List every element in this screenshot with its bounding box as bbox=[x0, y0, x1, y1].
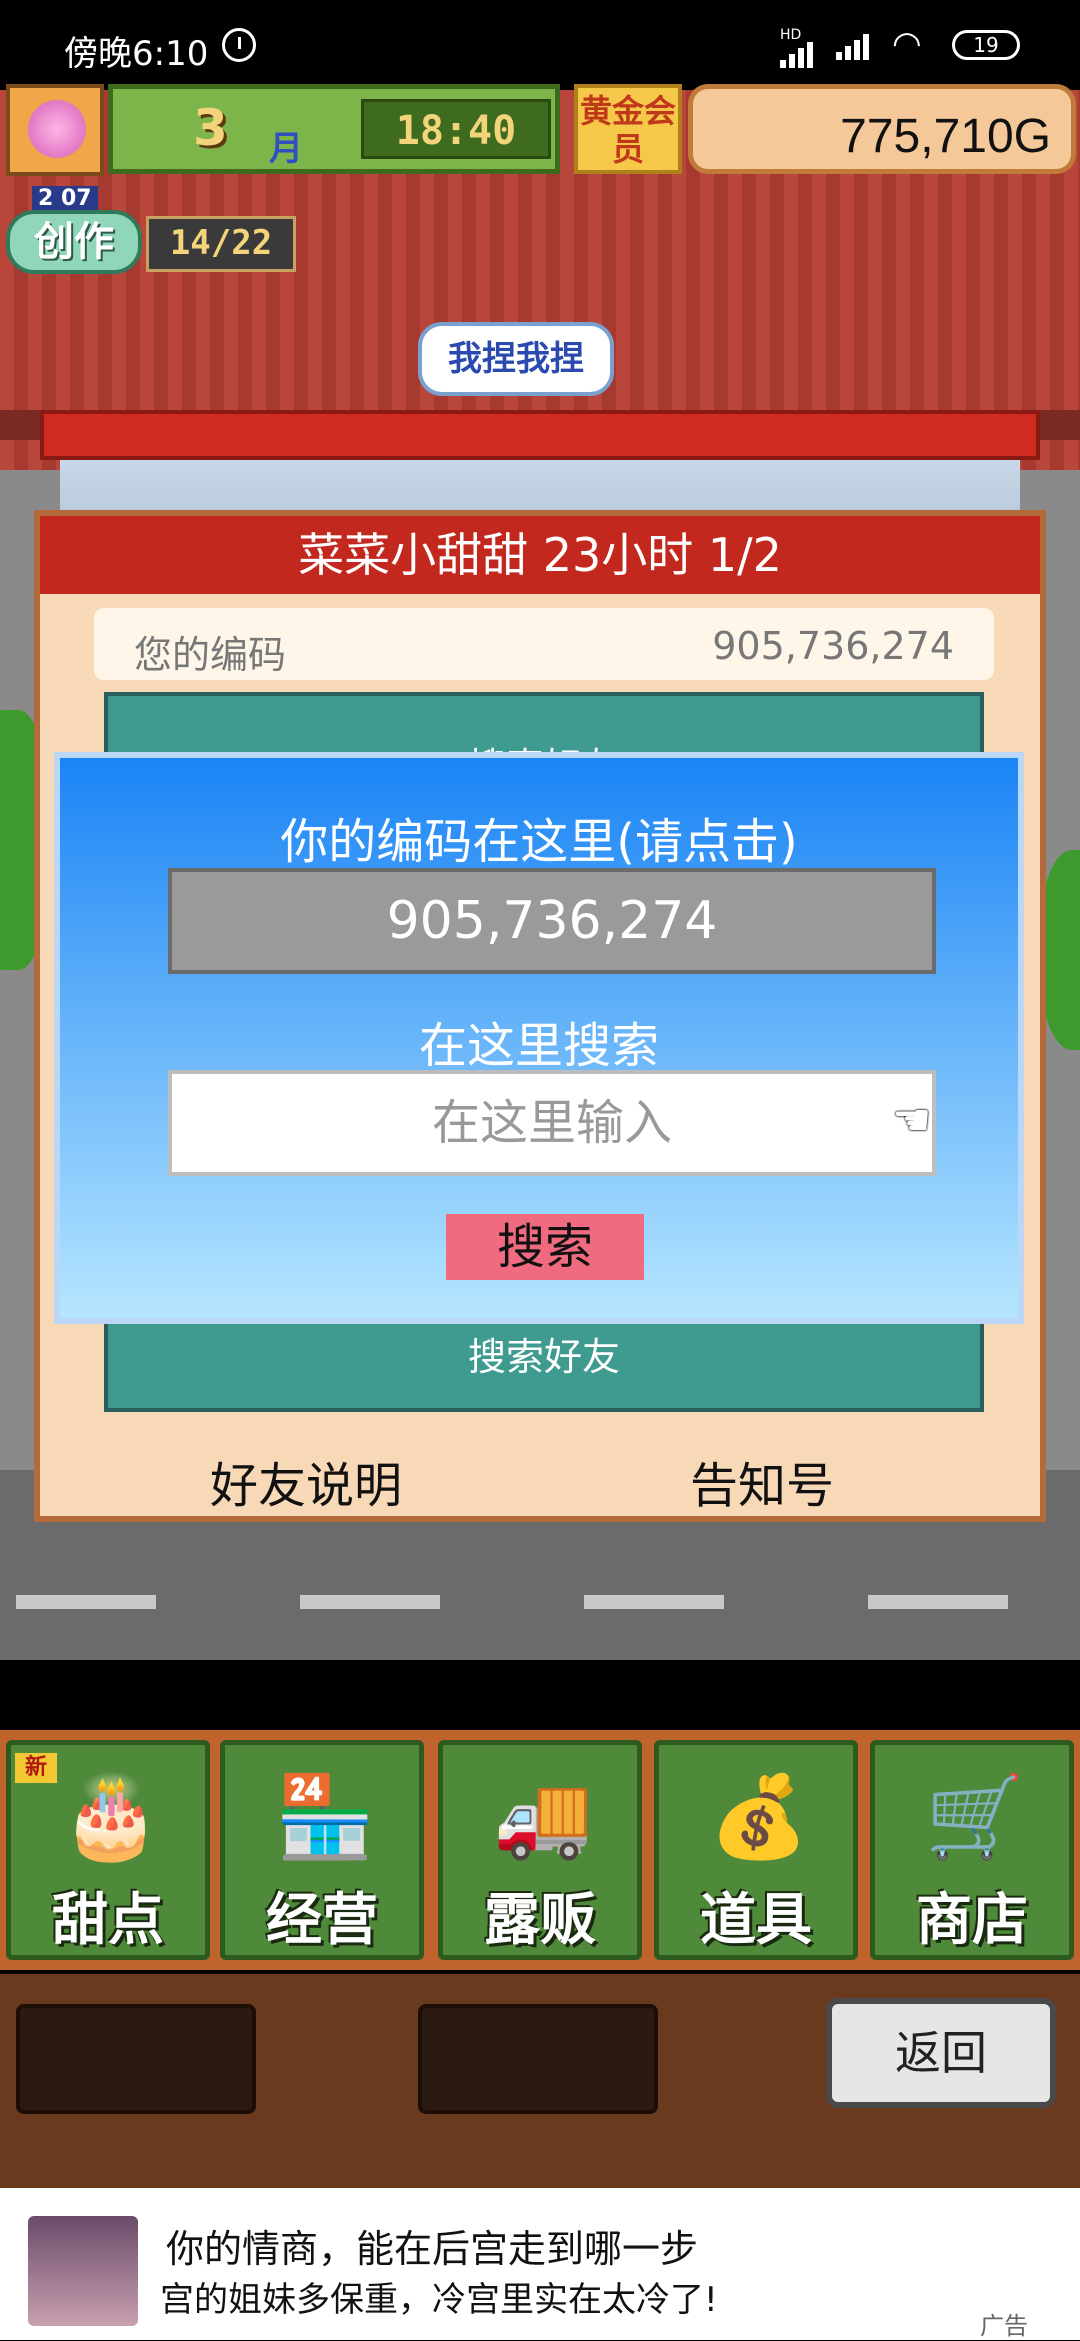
code-label: 您的编码 bbox=[134, 633, 287, 677]
month-panel: 3 月 18:40 bbox=[108, 84, 560, 174]
create-panel[interactable]: 2 07 创作 14/22 bbox=[6, 186, 296, 290]
menu-item-label: 商店 bbox=[916, 1888, 1028, 1953]
month-value: 3 bbox=[193, 99, 228, 157]
tree-right bbox=[1040, 850, 1080, 1050]
month-unit: 月 bbox=[269, 129, 303, 169]
road-dash bbox=[300, 1595, 440, 1609]
tree-avatar-icon[interactable] bbox=[6, 84, 104, 176]
road-dash bbox=[16, 1595, 156, 1609]
network-type: HD bbox=[780, 27, 802, 43]
signal-icon-2 bbox=[836, 34, 869, 60]
menu-item-manage[interactable]: 🏪 经营 bbox=[220, 1740, 424, 1960]
shop-icon: 🏪 bbox=[275, 1770, 375, 1863]
create-progress: 14/22 bbox=[146, 216, 296, 272]
status-time: 傍晚6:10 bbox=[64, 34, 209, 74]
code-info-row: 您的编码 905,736,274 bbox=[94, 608, 994, 680]
wifi-icon: ◠ bbox=[892, 24, 922, 64]
menu-item-label: 经营 bbox=[266, 1888, 378, 1953]
ad-banner[interactable]: 你的情商，能在后宫走到哪一步 宫的姐妹多保重，冷宫里实在太冷了! 广告 bbox=[0, 2188, 1080, 2340]
cake-icon: 🎂 bbox=[61, 1770, 161, 1863]
truck-icon: 🚚 bbox=[493, 1770, 593, 1863]
menu-item-label: 道具 bbox=[700, 1888, 812, 1953]
bag-icon: 💰 bbox=[709, 1770, 809, 1863]
menu-item-label: 甜点 bbox=[52, 1888, 164, 1953]
clock-panel: 18:40 bbox=[361, 99, 551, 159]
money-panel: 775,710G bbox=[688, 84, 1076, 174]
ad-tag: 广告 bbox=[980, 2312, 1028, 2340]
panel-header: 菜菜小甜甜 23小时 1/2 bbox=[40, 516, 1040, 594]
main-menu: 新 🎂 甜点 🏪 经营 🚚 露贩 💰 道具 🛒 商店 bbox=[0, 1730, 1080, 1970]
create-button[interactable]: 创作 bbox=[6, 210, 142, 274]
road-dash bbox=[868, 1595, 1008, 1609]
bottom-action-area: 返回 bbox=[0, 1974, 1080, 2188]
signal-icon: HD bbox=[780, 28, 813, 68]
menu-item-items[interactable]: 💰 道具 bbox=[654, 1740, 858, 1960]
search-label: 在这里搜索 bbox=[418, 1018, 659, 1074]
menu-item-dessert[interactable]: 新 🎂 甜点 bbox=[6, 1740, 210, 1960]
search-input[interactable]: 在这里输入 bbox=[168, 1070, 936, 1176]
search-friend-label[interactable]: 搜索好友 bbox=[108, 1326, 980, 1381]
back-button[interactable]: 返回 bbox=[826, 1998, 1056, 2108]
code-value: 905,736,274 bbox=[712, 624, 954, 668]
pointing-hand-icon: ☚ bbox=[892, 1095, 932, 1146]
alarm-icon bbox=[222, 28, 256, 62]
dialog-title: 你的编码在这里(请点击) bbox=[280, 814, 798, 870]
empty-slot bbox=[16, 2004, 256, 2114]
road-dash bbox=[584, 1595, 724, 1609]
menu-item-stall[interactable]: 🚚 露贩 bbox=[438, 1740, 642, 1960]
battery-icon: 19 bbox=[952, 30, 1020, 60]
clock-time: 18:40 bbox=[395, 108, 517, 154]
cart-icon: 🛒 bbox=[925, 1770, 1025, 1863]
money-value: 775,710G bbox=[840, 110, 1051, 163]
menu-item-label: 露贩 bbox=[484, 1888, 596, 1953]
search-button[interactable]: 搜索 bbox=[446, 1214, 644, 1280]
year-label: 2 07 bbox=[32, 186, 98, 211]
ad-title[interactable]: 你的情商，能在后宫走到哪一步 bbox=[166, 2218, 698, 2273]
search-dialog: 你的编码在这里(请点击) 905,736,274 在这里搜索 在这里输入 ☚ 搜… bbox=[54, 752, 1024, 1324]
my-code-button[interactable]: 905,736,274 bbox=[168, 868, 936, 974]
speech-bubble[interactable]: 我捏我捏 bbox=[418, 322, 614, 396]
menu-item-store[interactable]: 🛒 商店 bbox=[870, 1740, 1074, 1960]
empty-slot bbox=[418, 2004, 658, 2114]
ad-subtitle[interactable]: 宫的姐妹多保重，冷宫里实在太冷了! bbox=[160, 2272, 718, 2321]
shop-awning bbox=[40, 410, 1040, 460]
status-bar: 傍晚6:10 HD ◠ 19 bbox=[0, 0, 1080, 90]
tab-notice[interactable]: 告知号 bbox=[690, 1446, 834, 1516]
ad-image[interactable] bbox=[28, 2216, 138, 2326]
tab-friend-help[interactable]: 好友说明 bbox=[210, 1446, 402, 1516]
gold-member-badge[interactable]: 黄金会员 bbox=[574, 84, 682, 174]
